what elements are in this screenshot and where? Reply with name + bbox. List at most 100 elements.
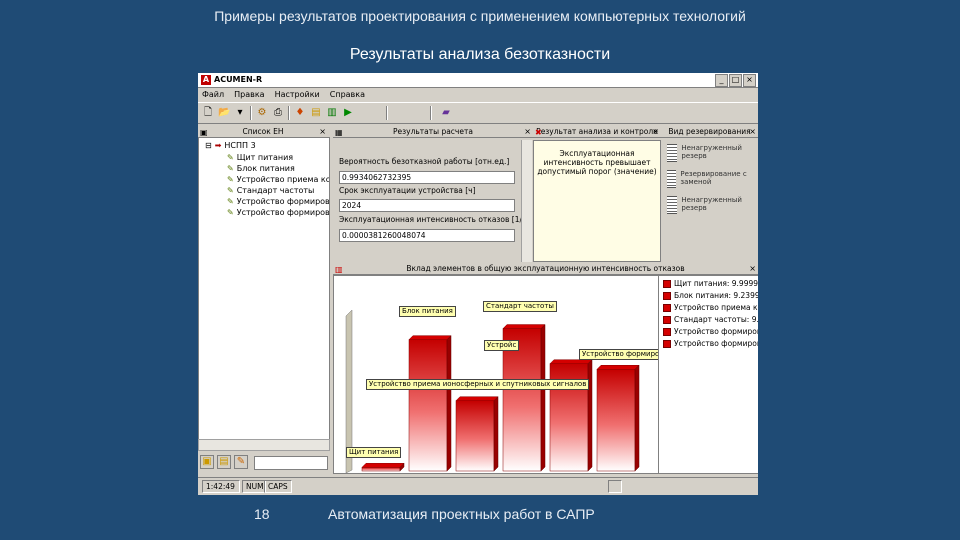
folder-open-icon[interactable]: ▣ — [200, 455, 214, 469]
status-bar: 1:42:49 NUM CAPS — [198, 477, 758, 494]
open-folder-icon[interactable]: 📂 — [218, 107, 230, 119]
slide-page-number: 18 — [254, 506, 270, 522]
unloaded-reserve-icon — [667, 144, 678, 162]
chart-bar-side — [634, 364, 640, 472]
chart-data-label: Блок питания — [399, 305, 456, 317]
legend-swatch — [663, 279, 671, 288]
print-icon[interactable]: ⎙ — [272, 107, 284, 119]
chart-panel-icon: ▥ — [335, 265, 343, 274]
toolbar: 🗋 📂 ▾ ⚙ ⎙ ♦ ▤ ▥ ▶ ▰ — [198, 102, 758, 124]
element-tree: ⊟ ➡ НСПП 3 ✎ Щит питания ✎ Блок питания ✎ У… — [198, 137, 330, 441]
legend-item: Блок питания: 9.239999 — [663, 291, 758, 300]
app-name: ACUMEN-R — [214, 75, 263, 84]
menu-file[interactable]: Файл — [202, 90, 224, 99]
table-icon: ▦ — [335, 128, 343, 137]
chart-data-label: Устройство приема ионосферных и спутнико… — [366, 378, 590, 390]
legend-item: Устройство формирова — [663, 339, 758, 348]
pencil-icon: ✎ — [227, 164, 234, 173]
menu-settings[interactable]: Настройки — [275, 90, 320, 99]
tree-item[interactable]: ✎ Устройство формирова — [227, 208, 329, 217]
status-caps: CAPS — [264, 480, 292, 493]
chart-bar-top — [408, 335, 452, 340]
redundancy-option[interactable]: Ненагруженный резерв — [667, 196, 758, 214]
legend-swatch — [663, 291, 671, 300]
pencil-icon: ✎ — [227, 175, 234, 184]
service-life-field[interactable]: 2024 — [339, 199, 515, 212]
report-icon[interactable]: ▤ — [310, 107, 322, 119]
edit-icon[interactable]: ▤ — [217, 455, 231, 469]
slide-subtitle: Результаты анализа безотказности — [349, 46, 611, 63]
status-num: NUM — [242, 480, 266, 493]
result-label: Вероятность безотказной работы [отн.ед.] — [339, 157, 510, 166]
chart-bar-side — [540, 323, 546, 472]
results-panel-close-icon[interactable]: × — [524, 126, 531, 137]
calculate-icon[interactable]: ⚙ — [256, 107, 268, 119]
chart-bar — [408, 339, 448, 472]
application-window: A ACUMEN-R _ □ × Файл Правка Настройки С… — [198, 73, 758, 495]
chart-data-label: Стандарт частоты — [483, 300, 557, 312]
tree-item[interactable]: ✎ Щит питания — [227, 153, 293, 162]
chart-bar-side — [587, 359, 593, 472]
results-panel-header: ▦ Результаты расчета × — [333, 126, 533, 138]
chart-icon[interactable]: ▥ — [326, 107, 338, 119]
close-button[interactable]: × — [743, 74, 756, 87]
chart-bar-top — [455, 396, 499, 401]
pencil-icon: ✎ — [227, 197, 234, 206]
chart-data-label: Устройс — [484, 339, 520, 351]
menu-edit[interactable]: Правка — [234, 90, 264, 99]
result-label: Эксплуатационная интенсивность отказов [… — [339, 215, 530, 224]
legend-item: Стандарт частоты: 9.88 — [663, 315, 758, 324]
pencil-tool-icon[interactable]: ✎ — [234, 455, 248, 469]
chart-data-label: Устройство формирования сигналов — [579, 349, 659, 361]
error-icon: ✖ — [535, 128, 542, 137]
redundancy-panel-close-icon[interactable]: × — [749, 126, 756, 137]
maximize-button[interactable]: □ — [729, 74, 742, 87]
chart-bar — [455, 400, 495, 472]
run-icon[interactable]: ▶ — [342, 107, 354, 119]
tree-horizontal-scrollbar[interactable] — [198, 439, 330, 451]
menu-bar: Файл Правка Настройки Справка — [198, 88, 758, 101]
book-icon[interactable]: ▰ — [440, 107, 452, 119]
chart-panel-close-icon[interactable]: × — [749, 263, 756, 274]
redundancy-option[interactable]: Ненагруженный резерв — [667, 144, 758, 162]
save-icon[interactable]: ▾ — [234, 107, 246, 119]
app-logo-icon: A — [201, 75, 211, 85]
status-resize-cell — [608, 480, 622, 493]
tree-item[interactable]: ✎ Устройство приема кос — [227, 175, 329, 184]
failure-rate-field[interactable]: 0.0000381260048074 — [339, 229, 515, 242]
tree-item[interactable]: ✎ Блок питания — [227, 164, 295, 173]
chart-bar — [596, 369, 636, 472]
status-time: 1:42:49 — [202, 480, 240, 493]
chart-legend: Щит питания: 9.999999 Блок питания: 9.23… — [658, 275, 758, 474]
tree-item[interactable]: ✎ Устройство формирова — [227, 197, 329, 206]
reliability-field[interactable]: 0.9934062732395 — [339, 171, 515, 184]
legend-swatch — [663, 315, 671, 324]
tool-icon[interactable]: ♦ — [294, 107, 306, 119]
chart-bar-top — [361, 463, 405, 468]
redundancy-options: Ненагруженный резерв Резервирование с за… — [661, 140, 758, 262]
chart-panel-header: ▥ Вклад элементов в общую эксплуатационн… — [333, 263, 758, 275]
chart-bar-top — [596, 365, 640, 370]
unloaded-reserve-icon — [667, 196, 678, 214]
arrow-icon: ➡ — [214, 141, 222, 150]
legend-swatch — [663, 303, 671, 312]
tree-root[interactable]: ⊟ ➡ НСПП 3 — [205, 141, 256, 150]
chart-bar-top — [549, 359, 593, 364]
minimize-button[interactable]: _ — [715, 74, 728, 87]
chart-bar-side — [446, 335, 452, 472]
redundancy-option[interactable]: Резервирование с заменой — [667, 170, 758, 188]
tree-item[interactable]: ✎ Стандарт частоты — [227, 186, 314, 195]
analysis-panel-header: ✖ Результат анализа и контроле × — [533, 126, 661, 138]
slide-footer: Автоматизация проектных работ в САПР — [328, 506, 595, 522]
menu-help[interactable]: Справка — [330, 90, 365, 99]
redundancy-panel-header: Вид резервирования × — [661, 126, 758, 138]
chart-bar-top — [502, 324, 546, 329]
slide-title: Примеры результатов проектирования с при… — [214, 8, 746, 24]
analysis-panel-close-icon[interactable]: × — [652, 126, 659, 137]
collapse-icon[interactable]: ⊟ — [205, 141, 212, 150]
tree-panel-close-icon[interactable]: × — [319, 126, 326, 137]
tree-search-input[interactable] — [254, 456, 328, 470]
results-vertical-scrollbar[interactable] — [521, 140, 532, 262]
pencil-icon: ✎ — [227, 186, 234, 195]
new-file-icon[interactable]: 🗋 — [202, 107, 214, 119]
